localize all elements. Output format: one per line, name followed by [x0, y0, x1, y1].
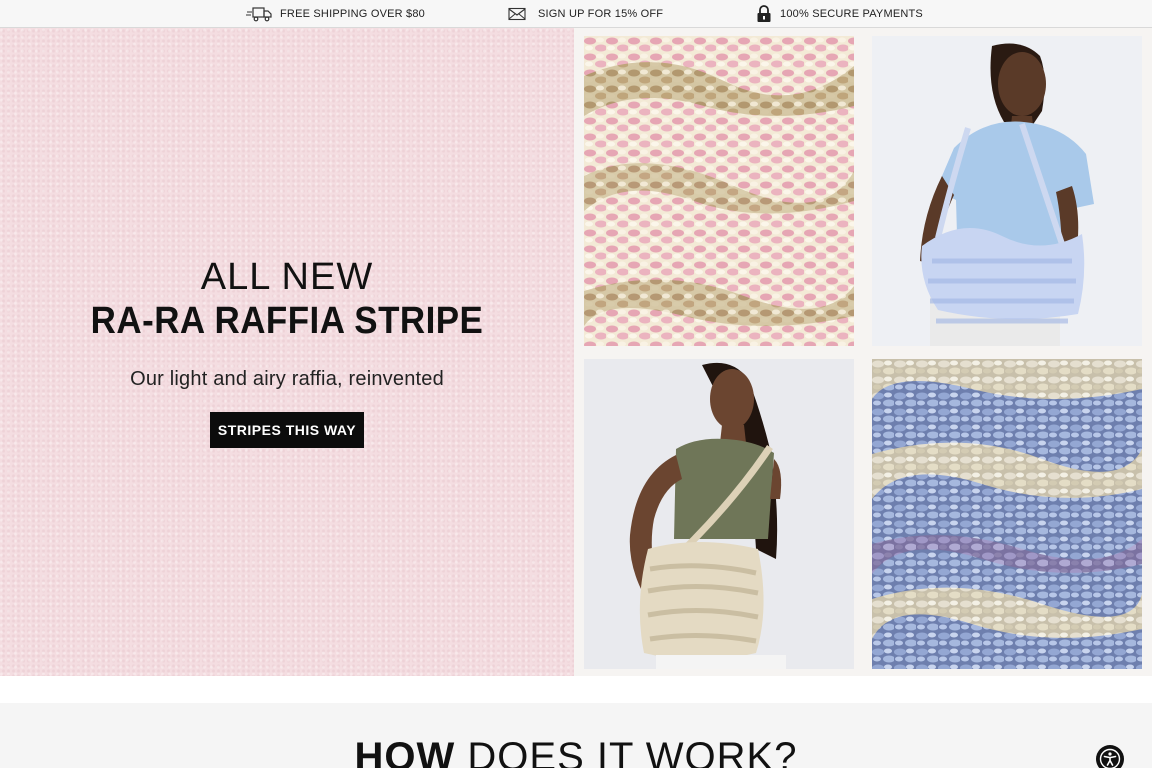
accessibility-button[interactable] [1096, 745, 1124, 768]
how-it-works-section: HOW DOES IT WORK? [0, 703, 1152, 768]
announcement-bar: FREE SHIPPING OVER $80 SIGN UP FOR 15% O… [0, 0, 1152, 28]
blue-raffia-texture-image[interactable] [872, 359, 1142, 669]
hero-eyebrow: ALL NEW [200, 256, 374, 298]
how-it-works-heading: HOW DOES IT WORK? [0, 735, 1152, 768]
hero-copy: ALL NEW RA-RA RAFFIA STRIPE Our light an… [0, 256, 574, 448]
model-cream-bag-image[interactable] [584, 359, 854, 669]
truck-icon [246, 7, 272, 22]
signup-discount-label: SIGN UP FOR 15% OFF [538, 8, 664, 20]
signup-discount-notice[interactable]: SIGN UP FOR 15% OFF [508, 0, 663, 28]
how-it-works-heading-bold: HOW [354, 735, 456, 768]
secure-payments-label: 100% SECURE PAYMENTS [780, 8, 923, 20]
hero-banner: ALL NEW RA-RA RAFFIA STRIPE Our light an… [0, 28, 1152, 676]
accessibility-icon [1099, 748, 1121, 768]
free-shipping-notice[interactable]: FREE SHIPPING OVER $80 [246, 0, 425, 28]
pink-raffia-texture-image[interactable] [584, 36, 854, 346]
hero-title: RA-RA RAFFIA STRIPE [90, 300, 484, 342]
model-blue-bag-image[interactable] [872, 36, 1142, 346]
free-shipping-label: FREE SHIPPING OVER $80 [280, 8, 425, 20]
lock-icon [757, 5, 771, 22]
how-it-works-heading-rest: DOES IT WORK? [467, 735, 798, 768]
hero-text-panel: ALL NEW RA-RA RAFFIA STRIPE Our light an… [0, 28, 574, 676]
stripes-this-way-button[interactable]: STRIPES THIS WAY [210, 412, 364, 448]
hero-subtitle: Our light and airy raffia, reinvented [130, 368, 444, 390]
secure-payments-notice[interactable]: 100% SECURE PAYMENTS [756, 0, 923, 28]
envelope-icon [508, 7, 526, 21]
